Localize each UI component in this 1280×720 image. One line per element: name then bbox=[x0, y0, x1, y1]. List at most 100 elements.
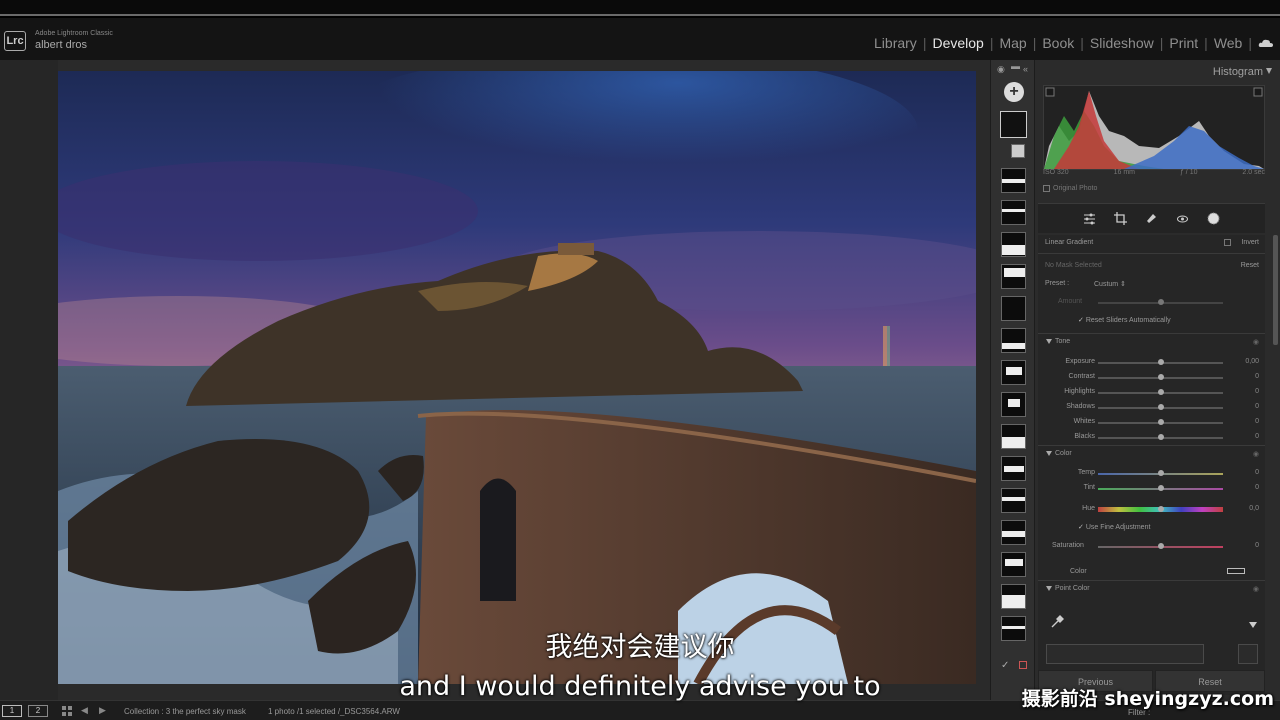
saturation-slider[interactable] bbox=[1098, 543, 1223, 549]
collection-path[interactable]: Collection : 3 the perfect sky mask bbox=[124, 707, 246, 716]
slider-thumb[interactable] bbox=[1157, 419, 1164, 425]
tone-slider-shadows[interactable] bbox=[1098, 404, 1223, 410]
saturation-value[interactable]: 0 bbox=[1255, 542, 1259, 549]
mask-thumbnail[interactable] bbox=[1001, 360, 1026, 385]
original-photo-toggle[interactable]: Original Photo bbox=[1043, 185, 1097, 192]
mask-thumbnail[interactable] bbox=[1001, 488, 1026, 513]
slider-thumb[interactable] bbox=[1157, 374, 1164, 380]
module-separator: | bbox=[1248, 35, 1252, 51]
tone-slider-value[interactable]: 0 bbox=[1255, 388, 1259, 395]
tone-slider-value[interactable]: 0,00 bbox=[1245, 358, 1259, 365]
eye-icon[interactable]: ◉ bbox=[1253, 338, 1259, 346]
mask-shape bbox=[1004, 268, 1025, 277]
tone-slider-whites[interactable] bbox=[1098, 419, 1223, 425]
mask-thumbnail[interactable] bbox=[1001, 392, 1026, 417]
histogram-title[interactable]: Histogram bbox=[1213, 66, 1263, 78]
reset-sliders-toggle[interactable]: ✓ Reset Sliders Automatically bbox=[1078, 316, 1171, 324]
add-mask-button[interactable]: + bbox=[1004, 82, 1024, 102]
cloud-icon[interactable] bbox=[1258, 38, 1274, 48]
tone-slider-exposure[interactable] bbox=[1098, 359, 1223, 365]
user-name: albert dros bbox=[35, 39, 87, 51]
mask-thumbnail[interactable] bbox=[1001, 552, 1026, 577]
mask-thumbnail[interactable] bbox=[1001, 264, 1026, 289]
primary-display-button[interactable]: 1 bbox=[2, 705, 22, 717]
masking-icon[interactable] bbox=[1206, 211, 1221, 226]
histogram-graph bbox=[1043, 85, 1265, 170]
slider-thumb[interactable] bbox=[1157, 434, 1164, 440]
mask-thumbnail[interactable] bbox=[1001, 232, 1026, 257]
mask-thumbnail[interactable] bbox=[1001, 584, 1026, 609]
grid-icon[interactable] bbox=[62, 706, 72, 716]
module-print[interactable]: Print bbox=[1163, 35, 1204, 51]
eye-icon[interactable]: ◉ bbox=[1253, 585, 1259, 593]
eye-icon[interactable]: ◉ bbox=[997, 64, 1005, 75]
active-mask-thumbnail[interactable] bbox=[1000, 111, 1027, 138]
amount-slider[interactable] bbox=[1098, 299, 1223, 305]
mask-shape bbox=[1002, 595, 1025, 608]
red-eye-icon[interactable] bbox=[1175, 211, 1190, 226]
secondary-display-button[interactable]: 2 bbox=[28, 705, 48, 717]
fine-adjust-toggle[interactable]: ✓ Use Fine Adjustment bbox=[1078, 523, 1150, 531]
mask-shape bbox=[1005, 559, 1023, 566]
identity-plate: Lrc Adobe Lightroom Classic albert dros … bbox=[0, 18, 1280, 60]
color-section-header[interactable]: Color ◉ bbox=[1038, 445, 1265, 461]
slider-thumb[interactable] bbox=[1157, 389, 1164, 395]
slider-thumb[interactable] bbox=[1157, 359, 1164, 365]
tone-slider-value[interactable]: 0 bbox=[1255, 418, 1259, 425]
tone-slider-value[interactable]: 0 bbox=[1255, 433, 1259, 440]
mask-thumbnail[interactable] bbox=[1001, 424, 1026, 449]
module-develop[interactable]: Develop bbox=[926, 35, 989, 51]
eye-icon[interactable]: ◉ bbox=[1253, 450, 1259, 458]
tint-value[interactable]: 0 bbox=[1255, 484, 1259, 491]
lrc-logo: Lrc bbox=[4, 31, 26, 51]
mask-status: No Mask Selected bbox=[1045, 262, 1102, 269]
module-book[interactable]: Book bbox=[1036, 35, 1080, 51]
tone-slider-value[interactable]: 0 bbox=[1255, 403, 1259, 410]
mask-thumbnail[interactable] bbox=[1001, 520, 1026, 545]
mask-thumbnail[interactable] bbox=[1001, 296, 1026, 321]
mask-thumbnail[interactable] bbox=[1001, 456, 1026, 481]
collapse-icon[interactable]: « bbox=[1023, 64, 1028, 74]
panel-scrollbar[interactable] bbox=[1273, 235, 1278, 345]
histogram-curves bbox=[1044, 87, 1264, 169]
tint-slider[interactable] bbox=[1098, 485, 1223, 491]
mask-thumbnail[interactable] bbox=[1001, 200, 1026, 225]
module-slideshow[interactable]: Slideshow bbox=[1084, 35, 1160, 51]
color-swatch[interactable] bbox=[1227, 568, 1245, 574]
invert-checkbox[interactable] bbox=[1224, 239, 1231, 248]
temp-slider[interactable] bbox=[1098, 470, 1223, 476]
tone-slider-blacks[interactable] bbox=[1098, 434, 1223, 440]
tone-slider-contrast[interactable] bbox=[1098, 374, 1223, 380]
sliders-icon[interactable] bbox=[1082, 211, 1097, 226]
tone-slider-label: Highlights bbox=[1064, 388, 1095, 395]
hue-value[interactable]: 0,0 bbox=[1249, 505, 1259, 512]
photo-preview[interactable] bbox=[58, 71, 976, 684]
color-label: Color bbox=[1070, 568, 1087, 575]
temp-value[interactable]: 0 bbox=[1255, 469, 1259, 476]
mask-thumbnail[interactable] bbox=[1001, 168, 1026, 193]
minimize-icon[interactable]: ▬ bbox=[1011, 61, 1020, 71]
mask-overlay-toggle[interactable] bbox=[1011, 144, 1025, 158]
point-color-section-header[interactable]: Point Color ◉ bbox=[1038, 580, 1265, 596]
tone-slider-highlights[interactable] bbox=[1098, 389, 1223, 395]
forward-arrow-icon[interactable]: ▶ bbox=[99, 705, 106, 716]
slider-thumb[interactable] bbox=[1157, 404, 1164, 410]
back-arrow-icon[interactable]: ◀ bbox=[81, 705, 88, 716]
crop-icon[interactable] bbox=[1113, 211, 1128, 226]
selection-info[interactable]: 1 photo /1 selected /_DSC3564.ARW bbox=[268, 707, 400, 716]
module-library[interactable]: Library bbox=[868, 35, 923, 51]
tool-strip bbox=[1038, 203, 1265, 233]
site-watermark: 摄影前沿 sheyingzyz.com bbox=[1021, 688, 1274, 710]
preset-dropdown[interactable]: Custum ⇕ bbox=[1094, 280, 1126, 288]
mask-thumbnail[interactable] bbox=[1001, 328, 1026, 353]
tone-slider-value[interactable]: 0 bbox=[1255, 373, 1259, 380]
mask-reset-button[interactable]: Reset bbox=[1241, 262, 1259, 269]
module-map[interactable]: Map bbox=[993, 35, 1032, 51]
original-photo-checkbox[interactable] bbox=[1043, 185, 1050, 192]
color-title: Color bbox=[1055, 450, 1072, 457]
tone-section-header[interactable]: Tone ◉ bbox=[1038, 333, 1265, 349]
healing-icon[interactable] bbox=[1144, 211, 1159, 226]
histogram-arrow-icon[interactable] bbox=[1266, 68, 1272, 74]
hue-slider[interactable] bbox=[1098, 506, 1223, 512]
module-web[interactable]: Web bbox=[1208, 35, 1249, 51]
